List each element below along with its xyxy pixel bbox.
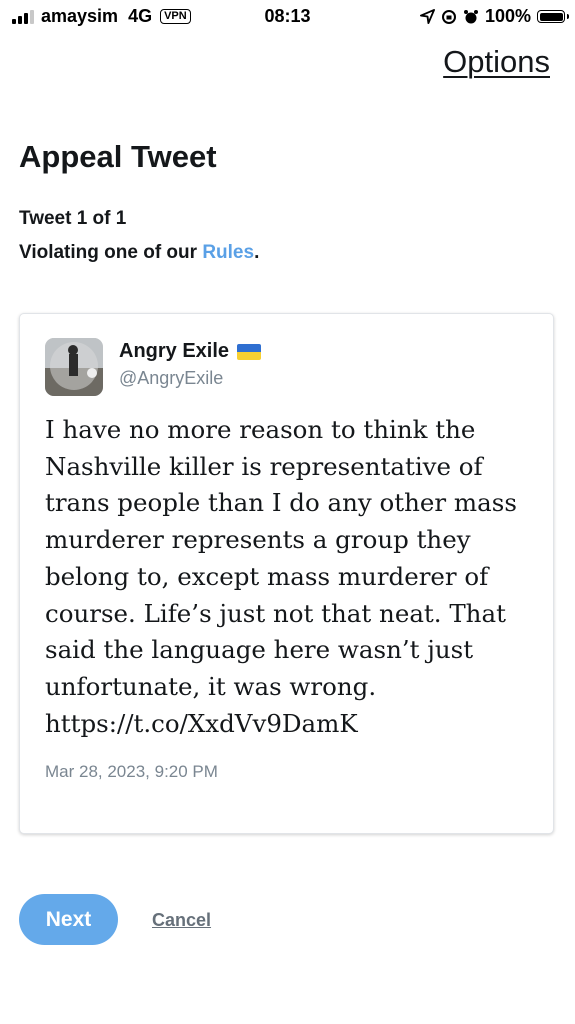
violation-prefix: Violating one of our — [19, 242, 203, 263]
next-button[interactable]: Next — [19, 894, 118, 945]
battery-icon — [537, 10, 569, 23]
tweet-counter: Tweet 1 of 1 — [19, 208, 127, 229]
ukraine-flag-icon — [237, 343, 262, 360]
rules-link[interactable]: Rules — [202, 242, 254, 263]
tweet-card: Angry Exile @AngryExile I have no more r… — [19, 313, 554, 834]
violation-text: Violating one of our Rules. — [19, 242, 259, 264]
options-link[interactable]: Options — [443, 44, 550, 80]
tweet-text: I have no more reason to think the Nashv… — [45, 415, 517, 738]
tweet-timestamp: Mar 28, 2023, 9:20 PM — [45, 762, 218, 781]
orientation-lock-icon — [441, 9, 456, 24]
avatar — [45, 338, 103, 396]
page-title: Appeal Tweet — [19, 139, 217, 174]
location-arrow-icon — [419, 9, 435, 24]
author-name[interactable]: Angry Exile — [119, 340, 262, 363]
status-right: 100% — [419, 6, 569, 27]
violation-suffix: . — [254, 242, 260, 263]
battery-percent: 100% — [484, 6, 531, 26]
author-handle[interactable]: @AngryExile — [119, 368, 223, 389]
cancel-button[interactable]: Cancel — [152, 910, 211, 931]
alarm-icon — [463, 9, 478, 23]
status-bar: amaysim 4G VPN 08:13 100% — [0, 0, 575, 34]
author-name-text: Angry Exile — [119, 340, 230, 362]
